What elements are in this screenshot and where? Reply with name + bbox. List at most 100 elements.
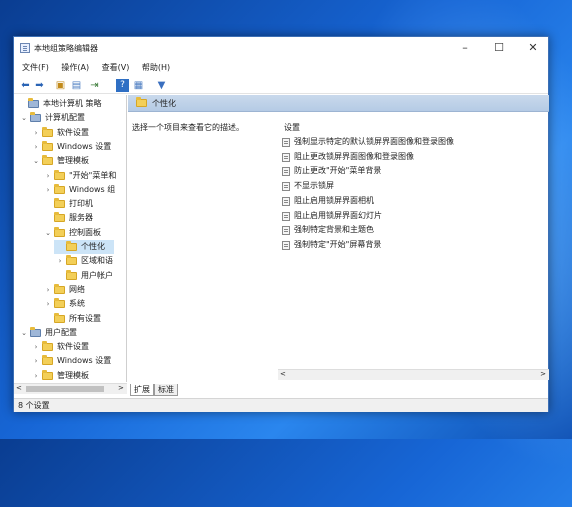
status-bar: 8 个设置 <box>14 398 548 412</box>
chevron-right-icon[interactable]: › <box>32 354 40 368</box>
tree-item[interactable]: › 网络 <box>14 283 126 297</box>
tree-item-label: Windows 设置 <box>57 356 112 366</box>
folder-icon <box>42 140 53 151</box>
tree-item[interactable]: 个性化 <box>54 240 114 254</box>
export-list-icon[interactable]: ⇥ <box>88 79 101 92</box>
policy-setting-icon <box>282 240 290 250</box>
back-arrow-icon[interactable]: ⬅ <box>19 79 32 92</box>
chevron-right-icon[interactable]: › <box>44 297 52 311</box>
chevron-down-icon[interactable]: ⌄ <box>44 226 52 240</box>
tree-item[interactable]: ⌄ 用户配置 <box>14 326 126 340</box>
tree-item[interactable]: › "开始"菜单和 <box>14 169 126 183</box>
settings-horizontal-scrollbar[interactable]: < > <box>278 369 549 380</box>
folder-icon <box>66 255 77 266</box>
tree-item[interactable]: ⌄ 管理模板 <box>14 154 126 168</box>
tree-item-label: 所有设置 <box>69 313 101 323</box>
chevron-right-icon[interactable]: › <box>44 183 52 197</box>
chevron-right-icon[interactable]: › <box>56 254 64 268</box>
settings-column-header[interactable]: 设置 <box>284 122 300 133</box>
tree-item[interactable]: ⌄ 计算机配置 <box>14 111 126 125</box>
chevron-right-icon[interactable]: › <box>32 140 40 154</box>
tree-horizontal-scrollbar[interactable]: < > <box>14 383 127 394</box>
folder-icon <box>66 241 77 251</box>
close-button[interactable]: ✕ <box>522 40 544 56</box>
up-folder-icon[interactable]: ▣ <box>54 79 67 92</box>
maximize-button[interactable]: ☐ <box>488 40 510 56</box>
tree-item-label: 控制面板 <box>69 227 101 237</box>
tree-item-label: 管理模板 <box>57 156 89 166</box>
folder-icon <box>54 212 65 223</box>
forward-arrow-icon[interactable]: ➡ <box>33 79 46 92</box>
details-header: 个性化 <box>128 95 549 112</box>
tree-scroll-thumb[interactable] <box>26 386 104 392</box>
view-tabs: 扩展 标准 <box>128 384 549 396</box>
tree-item-label: 本地计算机 策略 <box>43 99 102 108</box>
help-icon[interactable]: ? <box>116 79 129 92</box>
tree-item[interactable]: 本地计算机 策略 <box>14 97 126 111</box>
folder-icon <box>42 155 53 166</box>
window-title: 本地组策略编辑器 <box>34 44 98 53</box>
show-hide-tree-icon[interactable]: ▤ <box>70 79 83 92</box>
chevron-down-icon[interactable]: ⌄ <box>32 154 40 168</box>
chevron-right-icon[interactable]: › <box>32 369 40 382</box>
details-pane: 个性化 选择一个项目来查看它的描述。 设置 强制显示特定的默认锁屏界面图像和登录… <box>128 95 549 384</box>
tree-item[interactable]: › Windows 设置 <box>14 140 126 154</box>
chevron-right-icon[interactable]: › <box>44 283 52 297</box>
chevron-down-icon[interactable]: ⌄ <box>20 111 28 125</box>
tree-item[interactable]: 打印机 <box>14 197 126 211</box>
tree-item[interactable]: ⌄ 控制面板 <box>14 226 126 240</box>
folder-icon <box>42 355 53 366</box>
tree-item[interactable]: 用户帐户 <box>14 269 126 283</box>
minimize-button[interactable]: – <box>454 40 476 56</box>
tree-item-label: 软件设置 <box>57 127 89 137</box>
folder-icon <box>42 369 53 380</box>
tree-item-label: 用户配置 <box>45 327 77 337</box>
tab-standard[interactable]: 标准 <box>154 384 178 396</box>
filter-icon[interactable]: ▼ <box>155 79 168 92</box>
policy-setting-icon <box>282 138 290 147</box>
chevron-right-icon[interactable]: › <box>32 126 40 140</box>
tree-pane: 本地计算机 策略 ⌄ 计算机配置 › 软件设置 › Windows 设置 ⌄ 管理模板 › "开始"… <box>14 95 127 382</box>
menu-action[interactable]: 操作(A) <box>61 60 89 75</box>
tree-item[interactable]: 所有设置 <box>14 312 126 326</box>
tree-item[interactable]: › 软件设置 <box>14 126 126 140</box>
menu-view[interactable]: 查看(V) <box>102 60 130 75</box>
scroll-right-icon[interactable]: > <box>118 384 124 392</box>
chevron-right-icon[interactable]: › <box>44 169 52 183</box>
tree-item-label: "开始"菜单和 <box>69 170 117 180</box>
description-text: 选择一个项目来查看它的描述。 <box>132 123 244 132</box>
folder-icon <box>54 312 65 323</box>
scroll-left-icon[interactable]: < <box>280 370 286 378</box>
menu-help[interactable]: 帮助(H) <box>142 60 170 75</box>
tree-item-label: Windows 组 <box>69 184 116 194</box>
policy-setting-icon <box>282 152 290 162</box>
folder-icon <box>136 97 147 107</box>
tree-item[interactable]: › 区域和语 <box>14 254 126 268</box>
config-icon <box>30 112 41 123</box>
tree-item[interactable]: › 软件设置 <box>14 340 126 354</box>
tree-item[interactable]: › Windows 设置 <box>14 354 126 368</box>
folder-icon <box>42 126 53 137</box>
policy-setting-icon <box>282 167 290 177</box>
tab-extended[interactable]: 扩展 <box>130 384 154 396</box>
scroll-right-icon[interactable]: > <box>540 370 546 378</box>
gpedit-app-icon <box>20 43 30 53</box>
menu-bar: 文件(F) 操作(A) 查看(V) 帮助(H) <box>14 60 548 75</box>
chevron-down-icon[interactable]: ⌄ <box>20 326 28 340</box>
chevron-right-icon[interactable]: › <box>32 340 40 354</box>
tree-item[interactable]: 服务器 <box>14 211 126 225</box>
tree-item[interactable]: › 管理模板 <box>14 369 126 382</box>
folder-icon <box>54 283 65 294</box>
gpedit-window: 本地组策略编辑器 – ☐ ✕ 文件(F) 操作(A) 查看(V) 帮助(H) ⬅… <box>13 36 549 412</box>
tree-item-label: 软件设置 <box>57 342 89 352</box>
tree-item[interactable]: › 系统 <box>14 297 126 311</box>
tree-item[interactable]: › Windows 组 <box>14 183 126 197</box>
tree-item-label: 计算机配置 <box>45 113 85 123</box>
scroll-left-icon[interactable]: < <box>16 384 22 392</box>
properties-icon[interactable]: ▦ <box>132 79 145 92</box>
policy-setting-icon <box>282 211 290 221</box>
menu-file[interactable]: 文件(F) <box>22 60 49 75</box>
policy-setting-icon <box>282 196 290 206</box>
tree-item-label: 服务器 <box>69 213 93 223</box>
title-bar: 本地组策略编辑器 – ☐ ✕ <box>14 37 548 59</box>
